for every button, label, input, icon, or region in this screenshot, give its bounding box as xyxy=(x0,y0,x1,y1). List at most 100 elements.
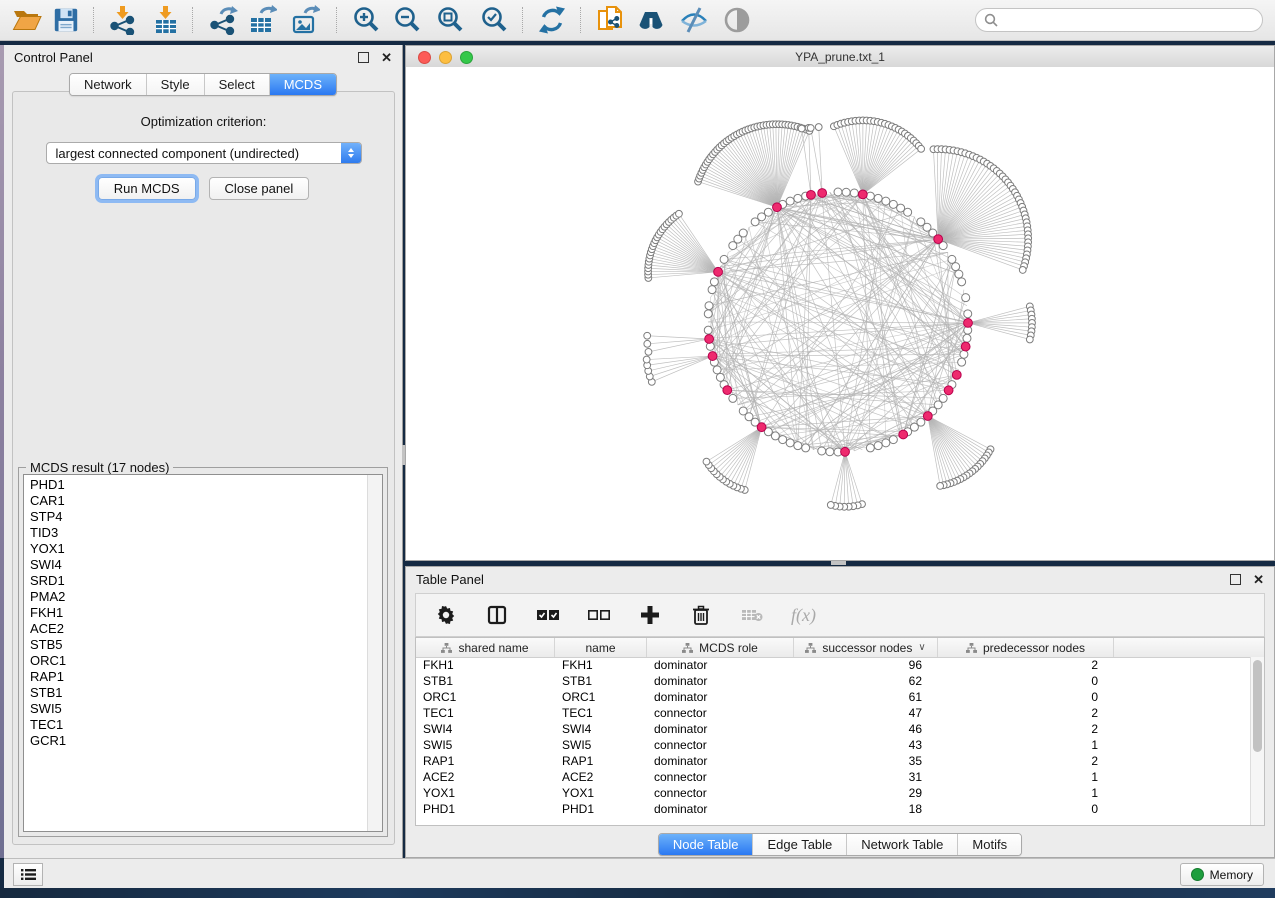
hide-graphics-details-icon[interactable] xyxy=(676,3,712,37)
column-header-name[interactable]: name xyxy=(555,638,647,657)
control-panel-header: Control Panel ✕ xyxy=(4,45,402,69)
mcds-result-item[interactable]: STB1 xyxy=(24,685,367,701)
run-mcds-button[interactable]: Run MCDS xyxy=(98,177,196,200)
zoom-fit-selected-icon[interactable] xyxy=(476,3,512,37)
table-scrollbar-thumb[interactable] xyxy=(1253,660,1262,752)
mcds-result-item[interactable]: TEC1 xyxy=(24,717,367,733)
delete-table-icon[interactable] xyxy=(689,603,713,627)
toolbar-separator xyxy=(522,7,523,33)
table-tab-network-table[interactable]: Network Table xyxy=(846,834,957,855)
window-close-icon[interactable] xyxy=(418,51,431,64)
network-window-titlebar[interactable]: YPA_prune.txt_1 xyxy=(406,46,1274,68)
mcds-result-item[interactable]: RAP1 xyxy=(24,669,367,685)
mcds-hub-node xyxy=(944,386,953,395)
open-file-icon[interactable] xyxy=(9,3,45,37)
table-row[interactable]: PHD1PHD1dominator180 xyxy=(416,801,1251,817)
tab-style[interactable]: Style xyxy=(146,74,204,95)
export-image-icon[interactable] xyxy=(287,3,323,37)
column-header-MCDS-role[interactable]: MCDS role xyxy=(647,638,794,657)
export-table-icon[interactable] xyxy=(244,3,280,37)
horizontal-splitter-handle[interactable] xyxy=(831,561,846,565)
refresh-view-icon[interactable] xyxy=(534,3,570,37)
add-row-icon[interactable] xyxy=(638,603,662,627)
mcds-result-item[interactable]: SRD1 xyxy=(24,573,367,589)
table-cell: YOX1 xyxy=(416,786,555,800)
table-row[interactable]: RAP1RAP1dominator352 xyxy=(416,753,1251,769)
mcds-result-item[interactable]: SWI5 xyxy=(24,701,367,717)
close-panel-icon[interactable]: ✕ xyxy=(381,53,392,62)
window-minimize-icon[interactable] xyxy=(439,51,452,64)
mcds-result-item[interactable]: TID3 xyxy=(24,525,367,541)
mcds-result-list[interactable]: PHD1CAR1STP4TID3YOX1SWI4SRD1PMA2FKH1ACE2… xyxy=(23,474,383,832)
table-header-row: shared namenameMCDS rolesuccessor nodes∨… xyxy=(416,638,1264,658)
memory-button[interactable]: Memory xyxy=(1180,863,1264,886)
optimization-criterion-select[interactable]: largest connected component (undirected) xyxy=(46,142,362,164)
table-row[interactable]: STB1STB1dominator620 xyxy=(416,673,1251,689)
zoom-out-icon[interactable] xyxy=(389,3,425,37)
select-all-icon[interactable] xyxy=(536,603,560,627)
table-row[interactable]: ORC1ORC1dominator610 xyxy=(416,689,1251,705)
float-table-panel-icon[interactable] xyxy=(1230,574,1241,585)
clone-network-icon[interactable] xyxy=(593,3,629,37)
search-field[interactable] xyxy=(975,8,1263,32)
close-panel-button[interactable]: Close panel xyxy=(209,177,310,200)
table-cell: STB1 xyxy=(555,674,647,688)
zoom-fit-content-icon[interactable] xyxy=(432,3,468,37)
table-row[interactable]: YOX1YOX1connector291 xyxy=(416,785,1251,801)
table-cell: SWI4 xyxy=(555,722,647,736)
mcds-result-item[interactable]: STB5 xyxy=(24,637,367,653)
mcds-result-item[interactable]: GCR1 xyxy=(24,733,367,749)
table-settings-gear-icon[interactable] xyxy=(434,603,458,627)
mcds-hub-node xyxy=(714,267,723,276)
node-table[interactable]: shared namenameMCDS rolesuccessor nodes∨… xyxy=(415,637,1265,826)
table-cell: RAP1 xyxy=(416,754,555,768)
memory-label: Memory xyxy=(1210,868,1253,882)
table-row[interactable]: TEC1TEC1connector472 xyxy=(416,705,1251,721)
birdseye-view-icon[interactable] xyxy=(719,3,755,37)
zoom-in-icon[interactable] xyxy=(348,3,384,37)
vertical-splitter-handle[interactable] xyxy=(402,445,405,465)
table-scrollbar[interactable] xyxy=(1250,657,1264,825)
table-row[interactable]: FKH1FKH1dominator962 xyxy=(416,657,1251,673)
table-cell: dominator xyxy=(647,802,794,816)
tab-select[interactable]: Select xyxy=(204,74,269,95)
mcds-result-item[interactable]: PMA2 xyxy=(24,589,367,605)
table-cell: SWI5 xyxy=(416,738,555,752)
mcds-result-item[interactable]: FKH1 xyxy=(24,605,367,621)
table-row[interactable]: ACE2ACE2connector311 xyxy=(416,769,1251,785)
table-row[interactable]: SWI4SWI4dominator462 xyxy=(416,721,1251,737)
first-neighbors-icon[interactable] xyxy=(633,3,669,37)
tab-mcds[interactable]: MCDS xyxy=(269,74,336,95)
table-tab-edge-table[interactable]: Edge Table xyxy=(752,834,846,855)
save-session-icon[interactable] xyxy=(48,3,84,37)
column-header-successor-nodes[interactable]: successor nodes∨ xyxy=(794,638,938,657)
task-history-button[interactable] xyxy=(13,863,43,886)
unselect-all-icon[interactable] xyxy=(587,603,611,627)
mcds-result-item[interactable]: PHD1 xyxy=(24,477,367,493)
search-input[interactable] xyxy=(1003,12,1262,28)
function-builder-icon[interactable]: f(x) xyxy=(791,605,816,626)
mcds-result-item[interactable]: ORC1 xyxy=(24,653,367,669)
delete-columns-icon[interactable] xyxy=(740,603,764,627)
column-header-predecessor-nodes[interactable]: predecessor nodes xyxy=(938,638,1114,657)
float-panel-icon[interactable] xyxy=(358,52,369,63)
column-header-shared-name[interactable]: shared name xyxy=(416,638,555,657)
toolbar-separator xyxy=(93,7,94,33)
window-maximize-icon[interactable] xyxy=(460,51,473,64)
show-columns-icon[interactable] xyxy=(485,603,509,627)
close-table-panel-icon[interactable]: ✕ xyxy=(1253,575,1264,584)
export-network-icon[interactable] xyxy=(205,3,241,37)
list-scrollbar[interactable] xyxy=(367,475,382,831)
mcds-result-item[interactable]: ACE2 xyxy=(24,621,367,637)
mcds-result-item[interactable]: STP4 xyxy=(24,509,367,525)
table-row[interactable]: SWI5SWI5connector431 xyxy=(416,737,1251,753)
tab-network[interactable]: Network xyxy=(70,74,146,95)
table-tab-node-table[interactable]: Node Table xyxy=(659,834,753,855)
import-network-icon[interactable] xyxy=(105,3,141,37)
mcds-result-item[interactable]: SWI4 xyxy=(24,557,367,573)
mcds-result-item[interactable]: YOX1 xyxy=(24,541,367,557)
import-table-icon[interactable] xyxy=(148,3,184,37)
table-tab-motifs[interactable]: Motifs xyxy=(957,834,1021,855)
network-canvas[interactable] xyxy=(406,67,1274,560)
mcds-result-item[interactable]: CAR1 xyxy=(24,493,367,509)
